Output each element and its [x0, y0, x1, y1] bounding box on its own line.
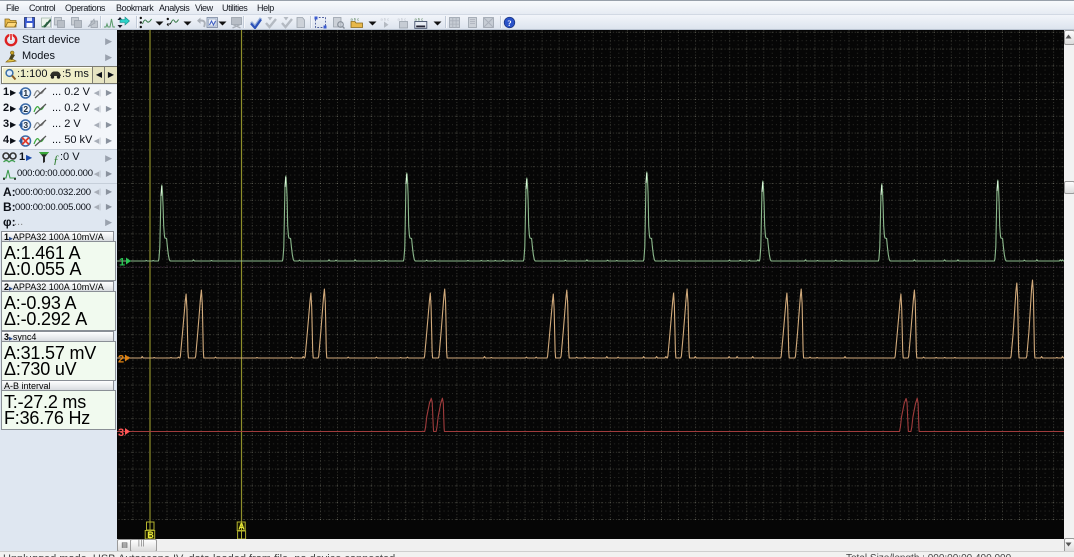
- svg-text:2: 2: [23, 104, 28, 114]
- svg-text:A: A: [238, 522, 245, 532]
- svg-text:a b c: a b c: [381, 17, 390, 22]
- svg-text:a b c: a b c: [351, 17, 360, 22]
- svg-text:3: 3: [118, 427, 124, 439]
- svg-text:?: ?: [507, 18, 511, 28]
- svg-text:1: 1: [119, 257, 125, 269]
- svg-text:a b c: a b c: [398, 17, 407, 22]
- svg-text:a b c: a b c: [415, 17, 424, 22]
- svg-text:1: 1: [23, 88, 28, 98]
- svg-text:B: B: [147, 530, 154, 539]
- svg-text:2: 2: [118, 354, 124, 366]
- svg-text:3: 3: [23, 120, 28, 130]
